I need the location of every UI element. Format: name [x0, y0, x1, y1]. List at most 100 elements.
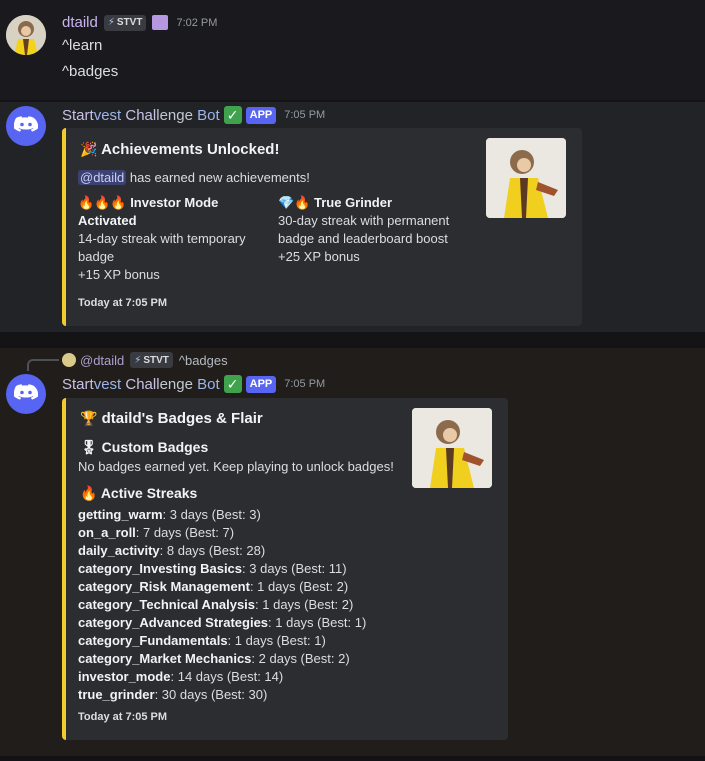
embed-title: 🎉 Achievements Unlocked!	[80, 141, 279, 158]
streak-name: getting_warm	[78, 507, 163, 522]
embed-thumbnail[interactable]	[486, 138, 566, 218]
server-tag-label: STVT	[143, 354, 169, 366]
streak-list: getting_warm: 3 days (Best: 3) on_a_roll:…	[78, 506, 366, 704]
streak-name: investor_mode	[78, 669, 171, 684]
gift-box-icon	[152, 15, 169, 30]
user-mention[interactable]: @dtaild	[78, 170, 127, 185]
streak-row: daily_activity: 8 days (Best: 28)	[78, 542, 366, 560]
field-investor-mode: 🔥🔥🔥 Investor Mode Activated 14-day strea…	[78, 194, 268, 284]
app-badge: APP	[245, 106, 277, 124]
field-value: badge and leaderboard boost	[278, 231, 448, 246]
streak-row: category_Technical Analysis: 1 days (Bes…	[78, 596, 366, 614]
reply-username[interactable]: @dtaild	[80, 353, 124, 368]
field-name-text: Investor Mode	[130, 195, 219, 210]
streak-row: on_a_roll: 7 days (Best: 7)	[78, 524, 366, 542]
description-text: has earned new achievements!	[129, 170, 310, 185]
lightning-icon: ⚡	[134, 354, 142, 366]
streak-value: : 1 days (Best: 1)	[227, 633, 326, 648]
bot-avatar[interactable]	[6, 106, 46, 146]
streak-value: : 3 days (Best: 11)	[242, 561, 347, 576]
field-name: 💎🔥 True Grinder	[278, 194, 478, 212]
reply-reference[interactable]: @dtaild ⚡ STVT ^badges	[62, 352, 228, 368]
field-true-grinder: 💎🔥 True Grinder 30-day streak with perma…	[278, 194, 478, 266]
bot-name-part: Chal	[121, 106, 157, 124]
embed-description: @dtaild has earned new achievements!	[78, 169, 310, 187]
bot-name-part: lenge	[156, 106, 193, 124]
composer-edge	[0, 756, 705, 761]
embed-footer: Today at 7:05 PM	[78, 297, 168, 309]
username[interactable]: dtaild	[62, 14, 98, 31]
bot-name-part: vest	[93, 106, 122, 124]
field-name-text: Activated	[78, 213, 137, 228]
embed-footer: Today at 7:05 PM	[78, 711, 168, 723]
timestamp[interactable]: 7:02 PM	[176, 17, 217, 29]
streak-name: daily_activity	[78, 543, 160, 558]
user-avatar[interactable]	[6, 15, 46, 55]
bot-name-part: Bot	[192, 375, 220, 393]
discord-icon	[14, 116, 38, 132]
lightning-icon: ⚡	[107, 17, 115, 28]
streak-value: : 2 days (Best: 2)	[251, 651, 350, 666]
gem-fire-icon: 💎🔥	[278, 195, 311, 210]
bot-name[interactable]: Startvest Challenge Bot	[62, 376, 220, 393]
reply-text: ^badges	[178, 352, 228, 368]
field-name: 🔥🔥🔥 Investor Mode	[78, 194, 268, 212]
streak-value: : 3 days (Best: 3)	[162, 507, 261, 522]
server-tag: ⚡ STVT	[130, 352, 173, 368]
streak-value: : 1 days (Best: 2)	[249, 579, 349, 594]
embed-title: 🏆 dtaild's Badges & Flair	[80, 410, 263, 427]
streak-name: category_Fundamentals	[78, 633, 228, 648]
streak-name: category_Advanced Strategies	[78, 615, 269, 630]
streak-row: category_Market Mechanics: 2 days (Best:…	[78, 650, 366, 668]
bot-avatar[interactable]	[6, 374, 46, 414]
section-title-text: Active Streaks	[100, 485, 198, 501]
streak-row: category_Risk Management: 1 days (Best: …	[78, 578, 366, 596]
streak-value: : 1 days (Best: 1)	[268, 615, 367, 630]
embed-thumbnail[interactable]	[412, 408, 492, 488]
streak-name: category_Investing Basics	[78, 561, 243, 576]
bot-name-part: lenge	[156, 375, 193, 393]
timestamp[interactable]: 7:05 PM	[284, 378, 325, 390]
server-tag-label: STVT	[116, 17, 143, 28]
bot-name[interactable]: Startvest Challenge Bot	[62, 107, 220, 124]
section-title-text: Custom Badges	[101, 439, 209, 455]
section-title-custom-badges: 🎖 Custom Badges	[80, 438, 208, 456]
trophy-icon: 🏆	[80, 410, 98, 426]
bot-name-part: Start	[62, 106, 94, 124]
message-text: ^badges	[62, 63, 119, 80]
field-name-text: True Grinder	[314, 195, 393, 210]
check-mark-icon: ✓	[223, 106, 242, 124]
server-tag[interactable]: ⚡ STVT	[103, 14, 147, 31]
field-value: 14-day streak with temporary	[78, 231, 246, 246]
reply-avatar	[62, 353, 76, 367]
message-header: dtaild ⚡ STVT 7:02 PM	[62, 14, 217, 31]
field-value: 30-day streak with permanent	[278, 213, 450, 228]
fire-icon: 🔥🔥🔥	[78, 195, 127, 210]
message-divider	[0, 332, 705, 348]
streak-row: category_Fundamentals: 1 days (Best: 1)	[78, 632, 366, 650]
streak-value: : 14 days (Best: 14)	[170, 669, 284, 684]
streak-row: category_Investing Basics: 3 days (Best:…	[78, 560, 366, 578]
section-title-active-streaks: 🔥 Active Streaks	[80, 484, 197, 502]
streak-value: : 1 days (Best: 2)	[255, 597, 354, 612]
streak-name: category_Risk Management	[78, 579, 250, 594]
message-header: Startvest Challenge Bot ✓ APP 7:05 PM	[62, 106, 325, 124]
medal-icon: 🎖	[80, 439, 98, 455]
bot-name-part: Chal	[121, 375, 157, 393]
app-badge: APP	[245, 375, 277, 393]
field-value: +15 XP bonus	[78, 267, 160, 282]
timestamp[interactable]: 7:05 PM	[284, 109, 325, 121]
message-text: ^learn	[62, 37, 103, 54]
streak-value: : 7 days (Best: 7)	[135, 525, 235, 540]
streak-name: true_grinder	[78, 687, 155, 702]
party-popper-icon: 🎉	[80, 141, 98, 157]
message-header: Startvest Challenge Bot ✓ APP 7:05 PM	[62, 375, 325, 393]
achievements-embed: 🎉 Achievements Unlocked! @dtaild has ear…	[62, 128, 582, 326]
bot-name-part: Start	[62, 375, 94, 393]
embed-title-text: dtaild's Badges & Flair	[101, 410, 263, 427]
streak-row: category_Advanced Strategies: 1 days (Be…	[78, 614, 366, 632]
fire-icon: 🔥	[80, 485, 98, 501]
bot-name-part: Bot	[192, 106, 220, 124]
discord-icon	[14, 384, 38, 400]
custom-badges-text: No badges earned yet. Keep playing to un…	[78, 459, 394, 474]
